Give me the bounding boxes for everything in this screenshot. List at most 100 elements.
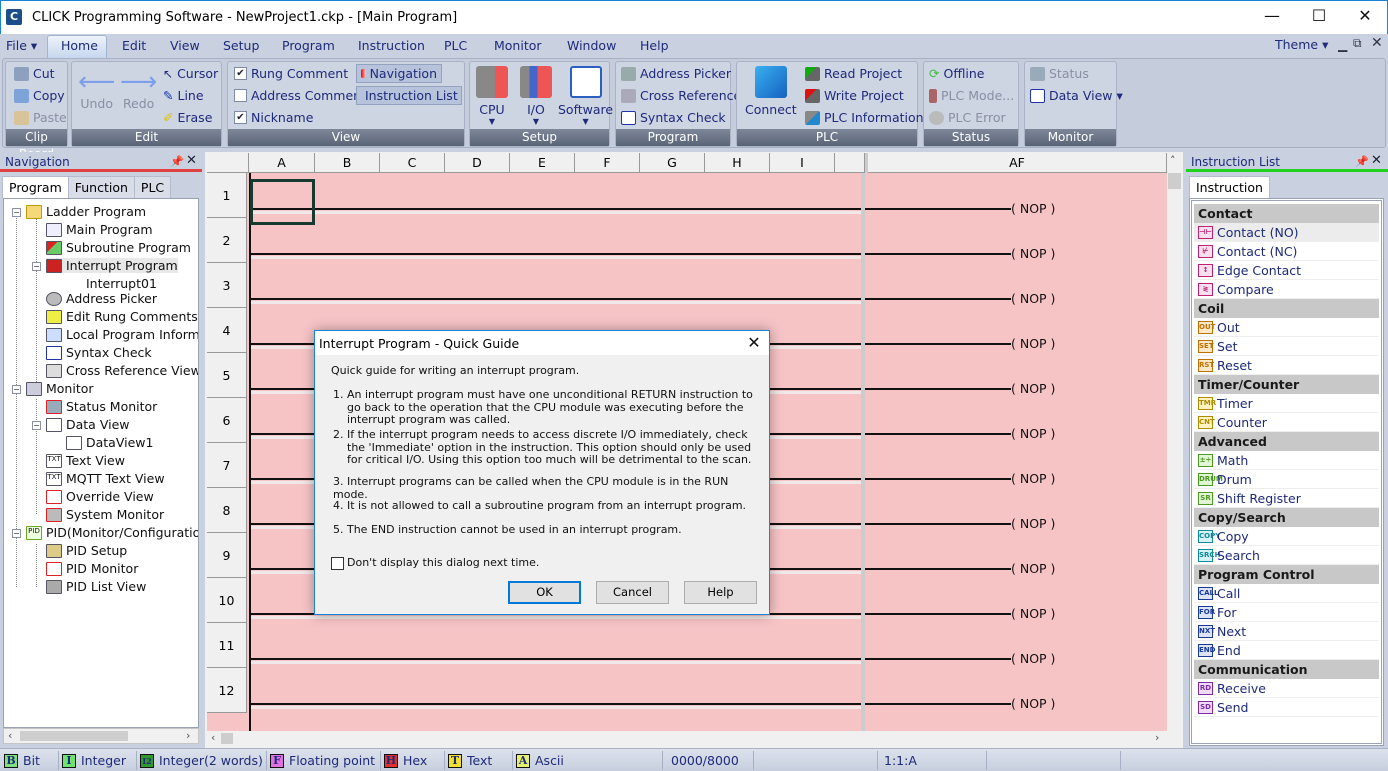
navigation-hscrollbar[interactable]: ‹ › — [3, 728, 199, 744]
menu-file[interactable]: File ▾ — [6, 38, 37, 53]
menu-program[interactable]: Program — [282, 38, 335, 53]
nop-coil[interactable]: ( NOP ) — [1011, 201, 1055, 216]
read-project-button[interactable]: Read Project — [805, 66, 902, 81]
menu-instruction[interactable]: Instruction — [358, 38, 425, 53]
mdi-close-icon[interactable]: ✕ — [1371, 35, 1383, 51]
offline-button[interactable]: ⟳ Offline — [929, 66, 985, 81]
navigation-toggle[interactable]: Navigation — [356, 64, 442, 83]
nickname-checkbox[interactable]: ✔ Nickname — [234, 110, 313, 125]
panel-close-icon[interactable]: ✕ — [186, 153, 197, 168]
tree-status-monitor[interactable]: Status Monitor — [46, 399, 157, 414]
tree-pid[interactable]: PID PID(Monitor/Configuration) — [26, 525, 198, 540]
tab-program[interactable]: Program — [2, 176, 69, 198]
instruction-item[interactable]: COPY Copy — [1194, 527, 1379, 546]
instruction-item[interactable]: FOR For — [1194, 603, 1379, 622]
menu-monitor[interactable]: Monitor — [494, 38, 542, 53]
dialog-close-icon[interactable]: ✕ — [743, 333, 765, 352]
tree-local-program-info[interactable]: Local Program Informati — [46, 327, 198, 342]
instruction-item[interactable]: SET Set — [1194, 337, 1379, 356]
scroll-right-icon[interactable]: › — [1155, 731, 1159, 744]
instruction-item[interactable]: DRUM Drum — [1194, 470, 1379, 489]
scroll-left-icon[interactable]: ‹ — [8, 729, 12, 742]
nop-coil[interactable]: ( NOP ) — [1011, 336, 1055, 351]
tree-main-program[interactable]: Main Program — [46, 222, 153, 237]
row-header[interactable]: 5 — [207, 353, 247, 398]
row-header[interactable]: 12 — [207, 668, 247, 713]
row-header[interactable]: 9 — [207, 533, 247, 578]
row-header[interactable]: 4 — [207, 308, 247, 353]
tab-instruction[interactable]: Instruction — [1189, 176, 1270, 198]
cancel-button[interactable]: Cancel — [596, 581, 669, 604]
instruction-item[interactable]: OUT Out — [1194, 318, 1379, 337]
nop-coil[interactable]: ( NOP ) — [1011, 561, 1055, 576]
tree-syntax-check[interactable]: Syntax Check — [46, 345, 152, 360]
paste-button[interactable]: Paste — [14, 110, 67, 125]
instruction-item[interactable]: SRCH Search — [1194, 546, 1379, 565]
write-project-button[interactable]: Write Project — [805, 88, 904, 103]
instruction-item[interactable]: RD Receive — [1194, 679, 1379, 698]
row-header[interactable]: 6 — [207, 398, 247, 443]
collapse-icon[interactable]: − — [12, 385, 21, 394]
ok-button[interactable]: OK — [508, 581, 581, 604]
status-monitor-button[interactable]: Status — [1030, 66, 1089, 81]
nop-coil[interactable]: ( NOP ) — [1011, 516, 1055, 531]
nop-coil[interactable]: ( NOP ) — [1011, 291, 1055, 306]
instruction-item[interactable]: ⊬ Contact (NC) — [1194, 242, 1379, 261]
instruction-item[interactable]: ≷ Compare — [1194, 280, 1379, 299]
menu-home[interactable]: Home — [61, 38, 98, 53]
minimize-button[interactable]: — — [1249, 1, 1295, 33]
scroll-right-icon[interactable]: › — [186, 729, 190, 742]
tree-mqtt-text-view[interactable]: TXT MQTT Text View — [46, 471, 165, 486]
erase-button[interactable]: ✐ Erase — [163, 110, 212, 125]
tree-text-view[interactable]: TXT Text View — [46, 453, 125, 468]
ladder-hscrollbar[interactable]: ‹ › — [207, 731, 1183, 747]
tree-override-view[interactable]: Override View — [46, 489, 154, 504]
tree-address-picker[interactable]: Address Picker — [46, 291, 157, 306]
io-button[interactable]: I/O ▼ — [520, 66, 552, 126]
redo-button[interactable]: ⟶ Redo — [120, 68, 157, 111]
scroll-thumb[interactable] — [1168, 173, 1181, 189]
collapse-icon[interactable]: − — [32, 262, 41, 271]
tree-subroutine-program[interactable]: Subroutine Program — [46, 240, 191, 255]
tree-pid-list-view[interactable]: PID List View — [46, 579, 146, 594]
plc-mode-button[interactable]: PLC Mode... — [929, 88, 1014, 103]
menu-edit[interactable]: Edit — [122, 38, 146, 53]
menu-setup[interactable]: Setup — [223, 38, 259, 53]
address-comment-checkbox[interactable]: Address Comment — [234, 88, 366, 103]
cross-reference-button[interactable]: Cross Reference — [621, 88, 741, 103]
instruction-item[interactable]: ⊣⊢ Contact (NO) — [1194, 223, 1379, 242]
menu-help[interactable]: Help — [640, 38, 669, 53]
syntax-check-button[interactable]: Syntax Check — [621, 110, 726, 125]
scroll-thumb[interactable] — [221, 733, 233, 744]
tree-interrupt-program[interactable]: Interrupt Program — [46, 258, 178, 273]
menu-window[interactable]: Window — [567, 38, 616, 53]
row-header[interactable]: 10 — [207, 578, 247, 623]
nop-coil[interactable]: ( NOP ) — [1011, 246, 1055, 261]
tab-plc[interactable]: PLC — [133, 176, 172, 198]
scroll-left-icon[interactable]: ‹ — [211, 731, 215, 744]
collapse-icon[interactable]: − — [32, 421, 41, 430]
mdi-minimize-icon[interactable]: ▁ — [1338, 38, 1347, 52]
scroll-up-icon[interactable]: ˄ — [1170, 154, 1176, 167]
ladder-vscrollbar[interactable]: ˄ — [1167, 154, 1183, 731]
tree-dataview1[interactable]: DataView1 — [66, 435, 153, 450]
cpu-button[interactable]: CPU ▼ — [476, 66, 508, 126]
help-button[interactable]: Help — [684, 581, 757, 604]
tree-ladder-program[interactable]: Ladder Program — [26, 204, 146, 219]
instruction-item[interactable]: END End — [1194, 641, 1379, 660]
menu-view[interactable]: View — [170, 38, 200, 53]
instruction-item[interactable]: SD Send — [1194, 698, 1379, 717]
instruction-item[interactable]: NXT Next — [1194, 622, 1379, 641]
row-header[interactable]: 2 — [207, 218, 247, 263]
instruction-item[interactable]: RST Reset — [1194, 356, 1379, 375]
instruction-item[interactable]: SR Shift Register — [1194, 489, 1379, 508]
instruction-item[interactable]: TMR Timer — [1194, 394, 1379, 413]
tree-data-view[interactable]: Data View — [46, 417, 129, 432]
row-header[interactable]: 8 — [207, 488, 247, 533]
connect-button[interactable]: Connect — [745, 66, 797, 117]
software-button[interactable]: Software ▼ — [558, 66, 613, 126]
tree-system-monitor[interactable]: System Monitor — [46, 507, 164, 522]
nop-coil[interactable]: ( NOP ) — [1011, 651, 1055, 666]
tree-cross-reference-view[interactable]: Cross Reference View — [46, 363, 198, 378]
instruction-item[interactable]: CNT Counter — [1194, 413, 1379, 432]
